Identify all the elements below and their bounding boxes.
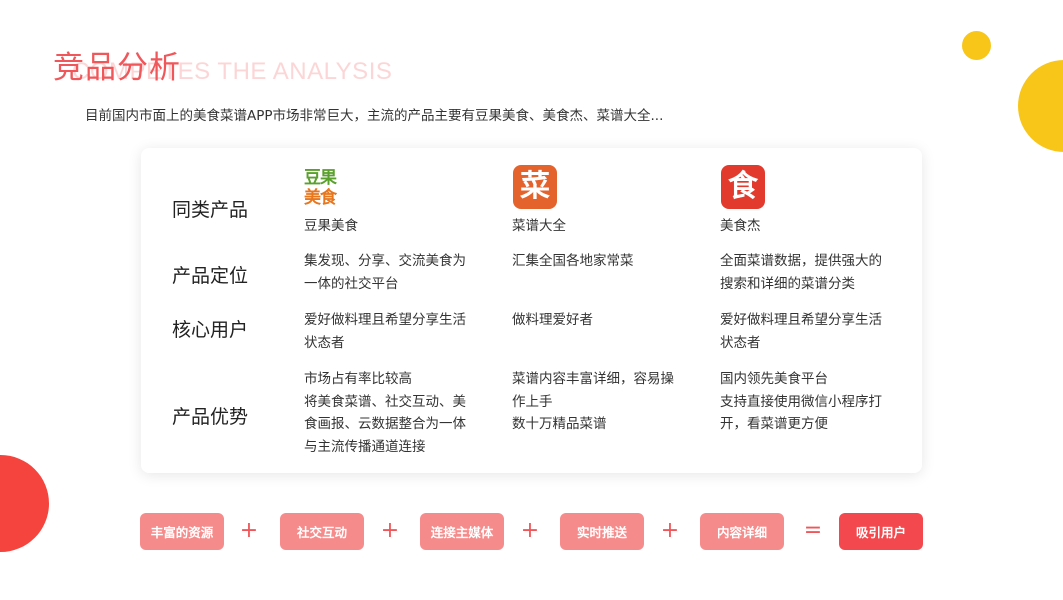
- text-line: 集发现、分享、交流美食为: [304, 253, 466, 269]
- text-line: 状态者: [720, 334, 761, 351]
- text-line: 国内领先美食平台: [720, 371, 828, 387]
- core-users-douguo: 爱好做料理且希望分享生活 状态者: [304, 309, 482, 354]
- positioning-caipu: 汇集全国各地家常菜: [512, 250, 690, 273]
- decorative-circle-yellow-small: [962, 31, 991, 60]
- product-name-caipu: 菜谱大全: [512, 218, 566, 234]
- text-line: 爱好做料理且希望分享生活: [720, 312, 882, 328]
- equals-sign: =: [803, 518, 823, 543]
- product-name-meishijie: 美食杰: [720, 218, 761, 234]
- meishijie-logo: 食: [721, 165, 765, 209]
- text-line: 开，看菜谱更方便: [720, 416, 828, 432]
- positioning-douguo: 集发现、分享、交流美食为 一体的社交平台: [304, 250, 482, 295]
- row-label-core-users: 核心用户: [172, 319, 249, 341]
- plus-sign: +: [520, 518, 540, 543]
- text-line: 状态者: [304, 334, 345, 351]
- text-line: 爱好做料理且希望分享生活: [304, 312, 466, 328]
- advantages-caipu: 菜谱内容丰富详细，容易操 作上手 数十万精品菜谱: [512, 368, 690, 436]
- page-subtitle: 目前国内市面上的美食菜谱APP市场非常巨大，主流的产品主要有豆果美食、美食杰、菜…: [85, 108, 664, 124]
- advantages-douguo: 市场占有率比较高 将美食菜谱、社交互动、美 食画报、云数据整合为一体 与主流传播…: [304, 368, 482, 458]
- text-line: 菜谱内容丰富详细，容易操: [512, 371, 674, 387]
- text-line: 作上手: [512, 393, 553, 410]
- text-line: 搜索和详细的菜谱分类: [720, 275, 855, 292]
- text-line: 数十万精品菜谱: [512, 416, 607, 432]
- product-name-douguo: 豆果美食: [304, 218, 358, 234]
- text-line: 支持直接使用微信小程序打: [720, 393, 882, 410]
- formula-item-resources: 丰富的资源: [140, 513, 224, 550]
- formula-item-media: 连接主媒体: [420, 513, 504, 550]
- decorative-circle-yellow-large: [1018, 60, 1063, 152]
- formula-result: 吸引用户: [839, 513, 923, 550]
- formula-item-content: 内容详细: [700, 513, 784, 550]
- core-users-caipu: 做料理爱好者: [512, 309, 690, 332]
- formula-item-push: 实时推送: [560, 513, 644, 550]
- formula-item-social: 社交互动: [280, 513, 364, 550]
- row-label-advantages: 产品优势: [172, 406, 249, 428]
- douguo-logo-top: 豆果: [304, 168, 337, 188]
- text-line: 一体的社交平台: [304, 275, 399, 292]
- text-line: 与主流传播通道连接: [304, 438, 426, 455]
- plus-sign: +: [660, 518, 680, 543]
- advantages-meishijie: 国内领先美食平台 支持直接使用微信小程序打 开，看菜谱更方便: [720, 368, 898, 436]
- text-line: 食画报、云数据整合为一体: [304, 416, 466, 432]
- douguo-logo-bottom: 美食: [304, 188, 337, 208]
- page-title: 竞品分析: [53, 50, 181, 86]
- text-line: 做料理爱好者: [512, 312, 593, 328]
- row-label-similar: 同类产品: [172, 199, 249, 221]
- text-line: 全面菜谱数据，提供强大的: [720, 253, 882, 269]
- text-line: 市场占有率比较高: [304, 371, 412, 387]
- plus-sign: +: [380, 518, 400, 543]
- row-label-positioning: 产品定位: [172, 265, 249, 287]
- douguo-logo: 豆果 美食: [304, 168, 346, 208]
- caipu-logo: 菜: [513, 165, 557, 209]
- positioning-meishijie: 全面菜谱数据，提供强大的 搜索和详细的菜谱分类: [720, 250, 898, 295]
- decorative-circle-red: [0, 455, 49, 552]
- text-line: 将美食菜谱、社交互动、美: [304, 393, 466, 410]
- plus-sign: +: [239, 518, 259, 543]
- core-users-meishijie: 爱好做料理且希望分享生活 状态者: [720, 309, 898, 354]
- text-line: 汇集全国各地家常菜: [512, 253, 634, 269]
